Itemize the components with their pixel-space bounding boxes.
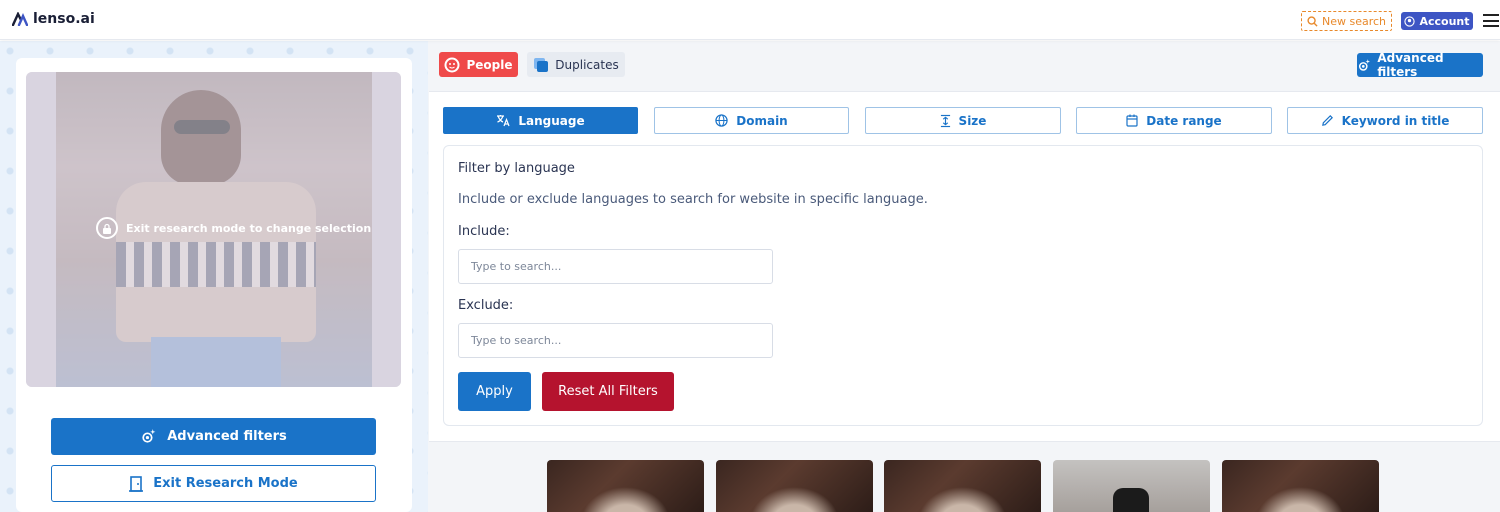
advanced-filters-button-left[interactable]: Advanced filters — [51, 418, 376, 455]
overlay-message-text: Exit research mode to change selection — [126, 221, 372, 235]
filter-description: Include or exclude languages to search f… — [458, 192, 928, 207]
overlay-message: Exit research mode to change selection — [96, 217, 371, 239]
advanced-filters-label-top: Advanced filters — [1377, 51, 1444, 79]
filter-tab-keyword-in-title[interactable]: Keyword in title — [1287, 107, 1483, 134]
top-header: lenso.ai New search Account — [0, 0, 1500, 40]
filter-gear-icon — [142, 429, 156, 443]
tab-people-label: People — [466, 57, 513, 72]
logo[interactable]: lenso.ai — [12, 11, 95, 27]
globe-icon — [715, 114, 728, 127]
lenso-logo-icon — [12, 12, 28, 26]
include-language-input[interactable] — [458, 249, 773, 284]
exclude-language-input[interactable] — [458, 323, 773, 358]
lock-icon — [96, 217, 118, 239]
filter-tab-size-label: Size — [958, 113, 987, 128]
filter-tab-language[interactable]: Language — [443, 107, 638, 134]
apply-button[interactable]: Apply — [458, 372, 531, 411]
filter-tab-size[interactable]: Size — [865, 107, 1061, 134]
advanced-filters-label-left: Advanced filters — [167, 429, 287, 444]
filter-tab-domain-label: Domain — [736, 113, 788, 128]
tab-duplicates[interactable]: Duplicates — [527, 52, 625, 77]
filter-tab-language-label: Language — [518, 113, 585, 128]
filter-gear-icon — [1358, 58, 1371, 71]
account-button[interactable]: Account — [1401, 12, 1473, 30]
tab-duplicates-label: Duplicates — [555, 57, 619, 72]
new-search-label: New search — [1321, 14, 1387, 28]
filter-tab-date-range[interactable]: Date range — [1076, 107, 1272, 134]
exit-research-mode-label: Exit Research Mode — [153, 476, 298, 491]
duplicates-icon — [534, 57, 549, 72]
exit-door-icon — [129, 475, 144, 492]
filter-title: Filter by language — [458, 161, 575, 176]
new-search-button[interactable]: New search — [1301, 11, 1392, 31]
hamburger-menu-icon[interactable] — [1483, 14, 1499, 27]
result-thumbnail[interactable] — [1053, 460, 1210, 512]
search-icon — [1307, 15, 1318, 27]
result-thumbnail[interactable] — [547, 460, 704, 512]
exclude-label: Exclude: — [458, 298, 514, 313]
reset-all-filters-button[interactable]: Reset All Filters — [542, 372, 674, 411]
result-thumbnail[interactable] — [1222, 460, 1379, 512]
query-image: Exit research mode to change selection — [26, 72, 401, 387]
logo-text: lenso.ai — [33, 11, 95, 27]
filter-tab-domain[interactable]: Domain — [654, 107, 849, 134]
include-label: Include: — [458, 224, 510, 239]
face-icon — [444, 57, 460, 72]
user-circle-icon — [1404, 15, 1416, 27]
result-thumbnail[interactable] — [716, 460, 873, 512]
filter-tab-keyword-label: Keyword in title — [1341, 113, 1450, 128]
pencil-icon — [1321, 115, 1333, 126]
advanced-filters-button-top[interactable]: Advanced filters — [1357, 51, 1483, 79]
language-icon — [497, 115, 510, 127]
result-thumbnail[interactable] — [884, 460, 1041, 512]
calendar-icon — [1126, 114, 1138, 127]
size-icon — [940, 114, 950, 127]
account-label: Account — [1419, 14, 1470, 28]
tab-people[interactable]: People — [439, 52, 518, 77]
filter-tab-date-range-label: Date range — [1146, 113, 1222, 128]
exit-research-mode-button[interactable]: Exit Research Mode — [51, 465, 376, 502]
